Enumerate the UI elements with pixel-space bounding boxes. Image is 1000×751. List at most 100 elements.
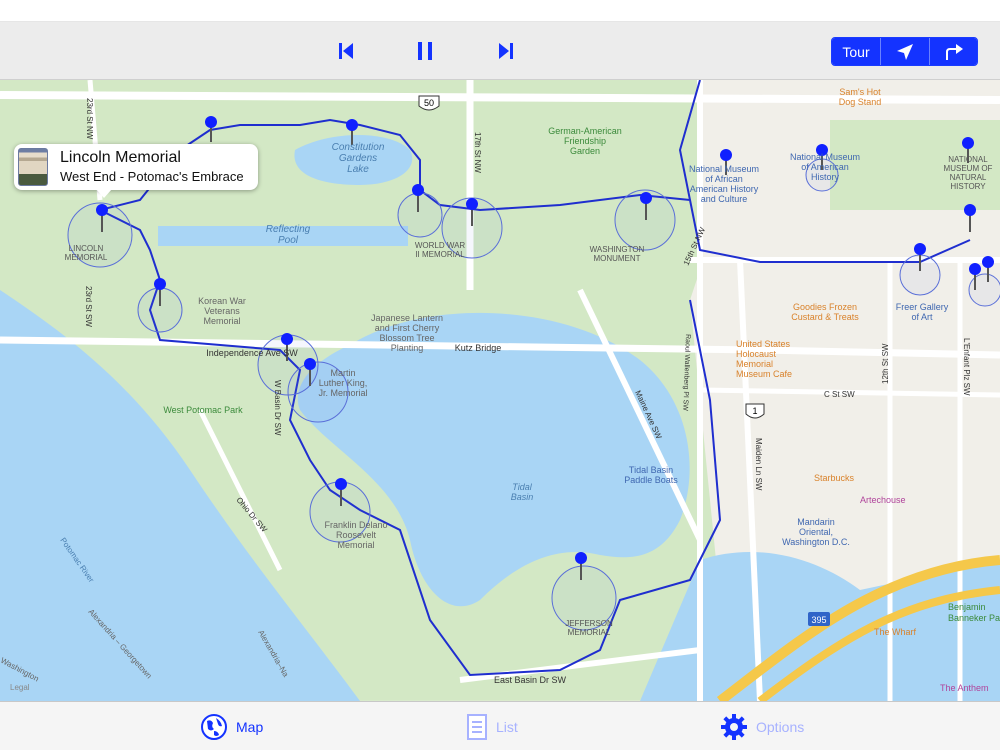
svg-text:50: 50 <box>424 98 434 108</box>
label-w-basin-dr: W Basin Dr SW <box>273 380 282 436</box>
label-nmnh-line: HISTORY <box>950 182 986 191</box>
label-tidal-basin-boats-line: Tidal Basin <box>629 465 673 475</box>
label-mlk-memorial-line: Luther King, <box>319 378 368 388</box>
label-c-st-sw: C St SW <box>824 390 855 399</box>
route-1-shield: 1 <box>745 403 765 419</box>
label-lincoln-memorial: LINCOLN MEMORIAL <box>65 244 108 262</box>
label-tidal-basin: Tidal Basin <box>511 482 534 502</box>
tab-bar: Map List Options <box>0 701 1000 750</box>
label-artechouse: Artechouse <box>860 495 906 505</box>
label-goodies-frozen-line: Custard & Treats <box>791 312 859 322</box>
annotation-callout[interactable]: Lincoln Memorial West End - Potomac's Em… <box>14 144 258 190</box>
label-wwii-memorial-line: WORLD WAR <box>415 241 466 250</box>
label-washington-monument: WASHINGTON MONUMENT <box>590 245 645 263</box>
label-freer-gallery-line: Freer Gallery <box>896 302 949 312</box>
pause-button[interactable] <box>408 34 442 68</box>
label-sams-hot-dog: Sam's Hot Dog Stand <box>839 87 882 107</box>
tab-map-label: Map <box>236 718 264 735</box>
label-washington-monument-line: MONUMENT <box>593 254 640 263</box>
label-holocaust-museum-line: Museum Cafe <box>736 369 792 379</box>
label-maiden-ln: Maiden Ln SW <box>754 438 763 491</box>
callout-title: Lincoln Memorial <box>60 149 181 166</box>
label-east-basin-dr: East Basin Dr SW <box>494 675 567 685</box>
tab-options[interactable]: Options <box>720 702 804 751</box>
label-nmah-line: History <box>811 172 840 182</box>
legal-link[interactable]: Legal <box>10 683 30 692</box>
label-kutz-bridge: Kutz Bridge <box>455 343 502 353</box>
route-50-shield: 50 <box>418 95 440 111</box>
label-fdr-memorial-line: Memorial <box>337 540 374 550</box>
label-constitution-gardens-line: Constitution <box>332 142 385 153</box>
label-goodies-frozen-line: Goodies Frozen <box>793 302 857 312</box>
turn-right-arrow-icon <box>945 43 963 60</box>
tab-list[interactable]: List <box>466 702 518 751</box>
label-starbucks: Starbucks <box>814 473 855 483</box>
label-12th-st-sw: 12th St SW <box>881 343 890 384</box>
pause-icon <box>418 42 432 60</box>
tour-button[interactable]: Tour <box>832 38 880 65</box>
callout-pointer <box>96 189 112 198</box>
label-nmaahc-line: and Culture <box>701 194 748 204</box>
label-washington-monument-line: WASHINGTON <box>590 245 645 254</box>
label-tidal-basin-line: Tidal <box>512 482 532 492</box>
location-button[interactable] <box>880 38 929 65</box>
tab-map[interactable]: Map <box>200 702 263 751</box>
svg-text:1: 1 <box>752 406 757 416</box>
label-nmnh: NATIONAL MUSEUM OF NATURAL HISTORY <box>944 155 993 191</box>
skip-forward-button[interactable] <box>489 34 523 68</box>
label-17th-st-nw: 17th St NW <box>473 132 482 173</box>
svg-text:395: 395 <box>811 615 826 625</box>
label-independence-ave: Independence Ave SW <box>206 348 298 358</box>
route-395-shield: 395 <box>808 612 830 626</box>
callout-subtitle: West End - Potomac's Embrace <box>60 169 244 184</box>
tab-list-label: List <box>496 718 518 735</box>
label-sams-hot-dog-line: Dog Stand <box>839 97 882 107</box>
tour-controls: Tour <box>831 37 978 66</box>
label-mlk-memorial-line: Martin <box>330 368 355 378</box>
label-nmah-line: of American <box>801 162 849 172</box>
label-nmah-line: National Museum <box>790 152 860 162</box>
label-goodies-frozen: Goodies Frozen Custard & Treats <box>791 302 859 322</box>
label-23rd-st-nw: 23rd St NW <box>85 98 94 140</box>
label-reflecting-pool-line: Pool <box>278 235 299 246</box>
label-fdr-memorial-line: Franklin Delano <box>324 520 387 530</box>
label-mandarin-oriental-line: Oriental, <box>799 527 833 537</box>
callout-text: Lincoln Memorial West End - Potomac's Em… <box>60 148 244 186</box>
label-the-anthem: The Anthem <box>940 683 989 693</box>
label-sams-hot-dog-line: Sam's Hot <box>839 87 881 97</box>
label-constitution-gardens-line: Lake <box>347 164 369 175</box>
label-korean-war-line: Korean War <box>198 296 246 306</box>
label-fdr-memorial-line: Roosevelt <box>336 530 377 540</box>
label-lincoln-memorial-line: MEMORIAL <box>65 253 108 262</box>
gear-icon <box>721 713 747 740</box>
skip-back-button[interactable] <box>329 34 363 68</box>
map-view[interactable]: 50 1 395 LINCOLN MEMORIAL Reflecting Pool … <box>0 80 1000 701</box>
label-the-wharf: The Wharf <box>874 627 917 637</box>
label-mandarin-oriental-line: Washington D.C. <box>782 537 850 547</box>
label-japanese-lantern-line: Blossom Tree <box>379 333 434 343</box>
label-korean-war: Korean War Veterans Memorial <box>198 296 246 326</box>
label-23rd-st-sw: 23rd St SW <box>84 286 93 327</box>
label-benjamin-banneker-line: Benjamin <box>948 602 986 612</box>
label-korean-war-line: Veterans <box>204 306 240 316</box>
label-jefferson-memorial-line: MEMORIAL <box>568 628 611 637</box>
lincoln-memorial-thumbnail <box>18 148 48 186</box>
status-bar <box>0 0 1000 22</box>
label-mlk-memorial-line: Jr. Memorial <box>318 388 367 398</box>
label-jefferson-memorial: JEFFERSON MEMORIAL <box>565 619 613 637</box>
label-german-american-line: Garden <box>570 146 600 156</box>
label-nmnh-line: NATIONAL <box>948 155 988 164</box>
label-tidal-basin-line: Basin <box>511 492 534 502</box>
label-korean-war-line: Memorial <box>203 316 240 326</box>
skip-forward-icon <box>499 43 513 59</box>
skip-back-icon <box>339 43 353 59</box>
label-lenfant-plz: L'Enfant Plz SW <box>962 338 971 396</box>
label-mandarin-oriental-line: Mandarin <box>797 517 835 527</box>
directions-button[interactable] <box>929 38 977 65</box>
globe-icon <box>201 713 227 740</box>
label-nmaahc-line: of African <box>705 174 743 184</box>
label-holocaust-museum-line: Memorial <box>736 359 773 369</box>
label-freer-gallery-line: of Art <box>911 312 933 322</box>
label-german-american-line: German-American <box>548 126 622 136</box>
label-tidal-basin-boats: Tidal Basin Paddle Boats <box>624 465 678 485</box>
